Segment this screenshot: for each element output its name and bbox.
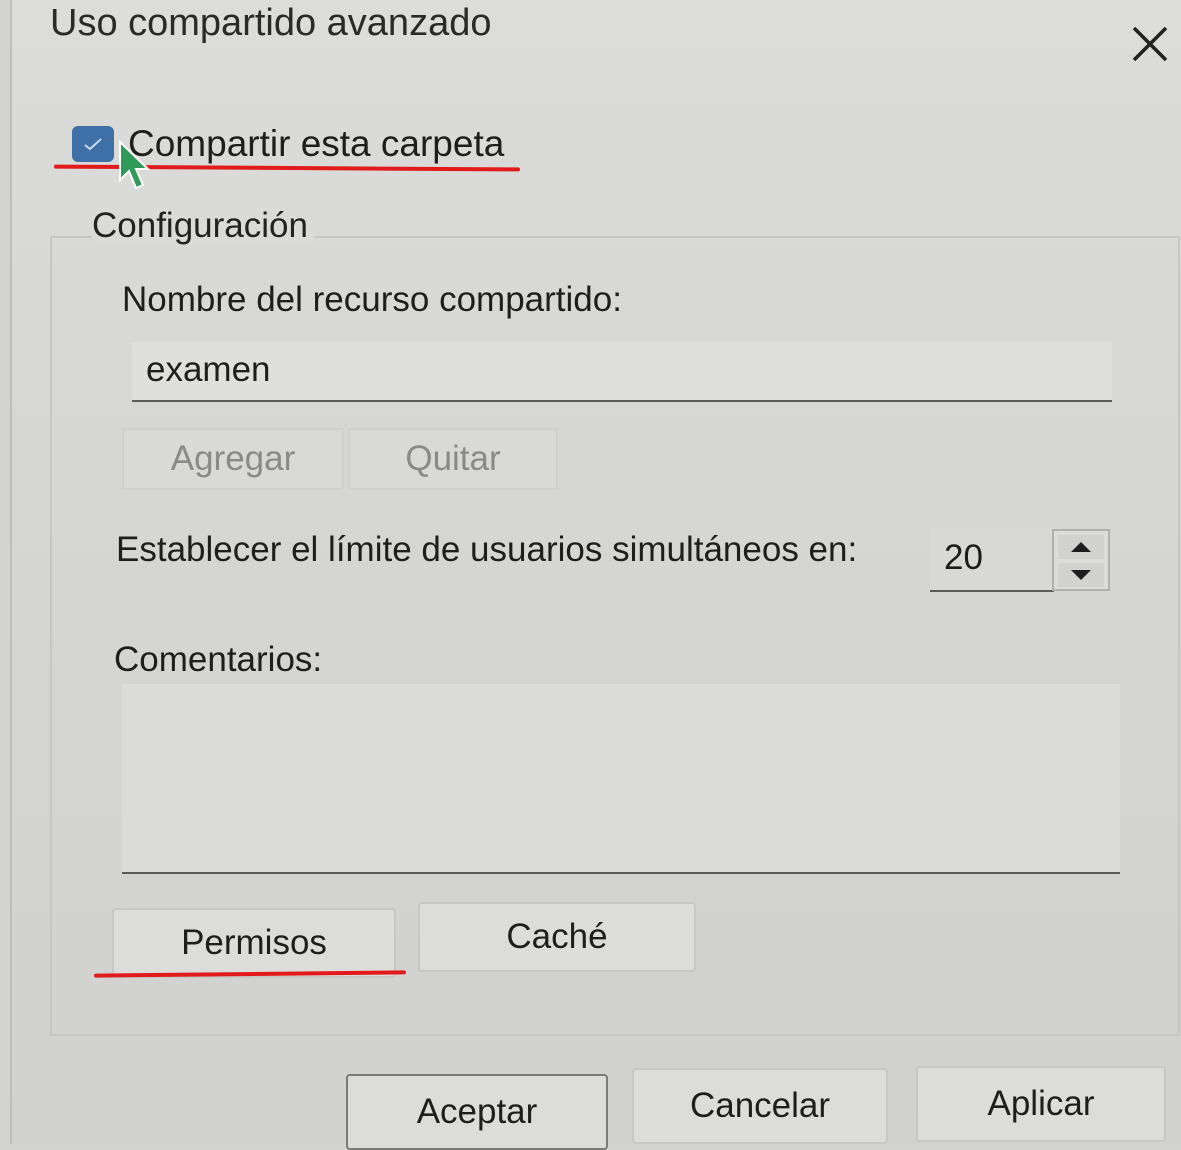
close-button[interactable] <box>1130 18 1181 70</box>
user-limit-input[interactable]: 20 <box>930 528 1054 592</box>
arrow-down-icon <box>1071 570 1091 580</box>
user-limit-label: Establecer el límite de usuarios simultá… <box>116 530 858 569</box>
cache-button[interactable]: Caché <box>418 902 696 972</box>
mouse-cursor-icon <box>119 140 151 190</box>
permissions-button[interactable]: Permisos <box>112 908 396 978</box>
add-button[interactable]: Agregar <box>122 428 344 490</box>
dialog-title: Uso compartido avanzado <box>50 2 492 44</box>
remove-button[interactable]: Quitar <box>348 428 558 490</box>
checkmark-icon <box>84 138 102 151</box>
spin-down-button[interactable] <box>1058 563 1104 587</box>
share-folder-checkbox[interactable] <box>72 126 114 162</box>
cancel-button[interactable]: Cancelar <box>632 1068 888 1144</box>
close-icon <box>1132 26 1168 62</box>
spin-up-button[interactable] <box>1058 535 1104 559</box>
share-folder-label: Compartir esta carpeta <box>128 123 505 164</box>
advanced-sharing-dialog: Uso compartido avanzado Compartir esta c… <box>10 0 1181 1150</box>
arrow-up-icon <box>1071 542 1091 552</box>
share-name-label: Nombre del recurso compartido: <box>122 280 622 319</box>
user-limit-spinner <box>1052 529 1110 591</box>
ok-button[interactable]: Aceptar <box>346 1074 608 1150</box>
apply-button[interactable]: Aplicar <box>916 1066 1166 1142</box>
comments-textarea[interactable] <box>122 684 1120 874</box>
comments-label: Comentarios: <box>114 640 323 679</box>
share-name-input[interactable]: examen <box>132 342 1112 402</box>
settings-legend: Configuración <box>92 206 314 246</box>
